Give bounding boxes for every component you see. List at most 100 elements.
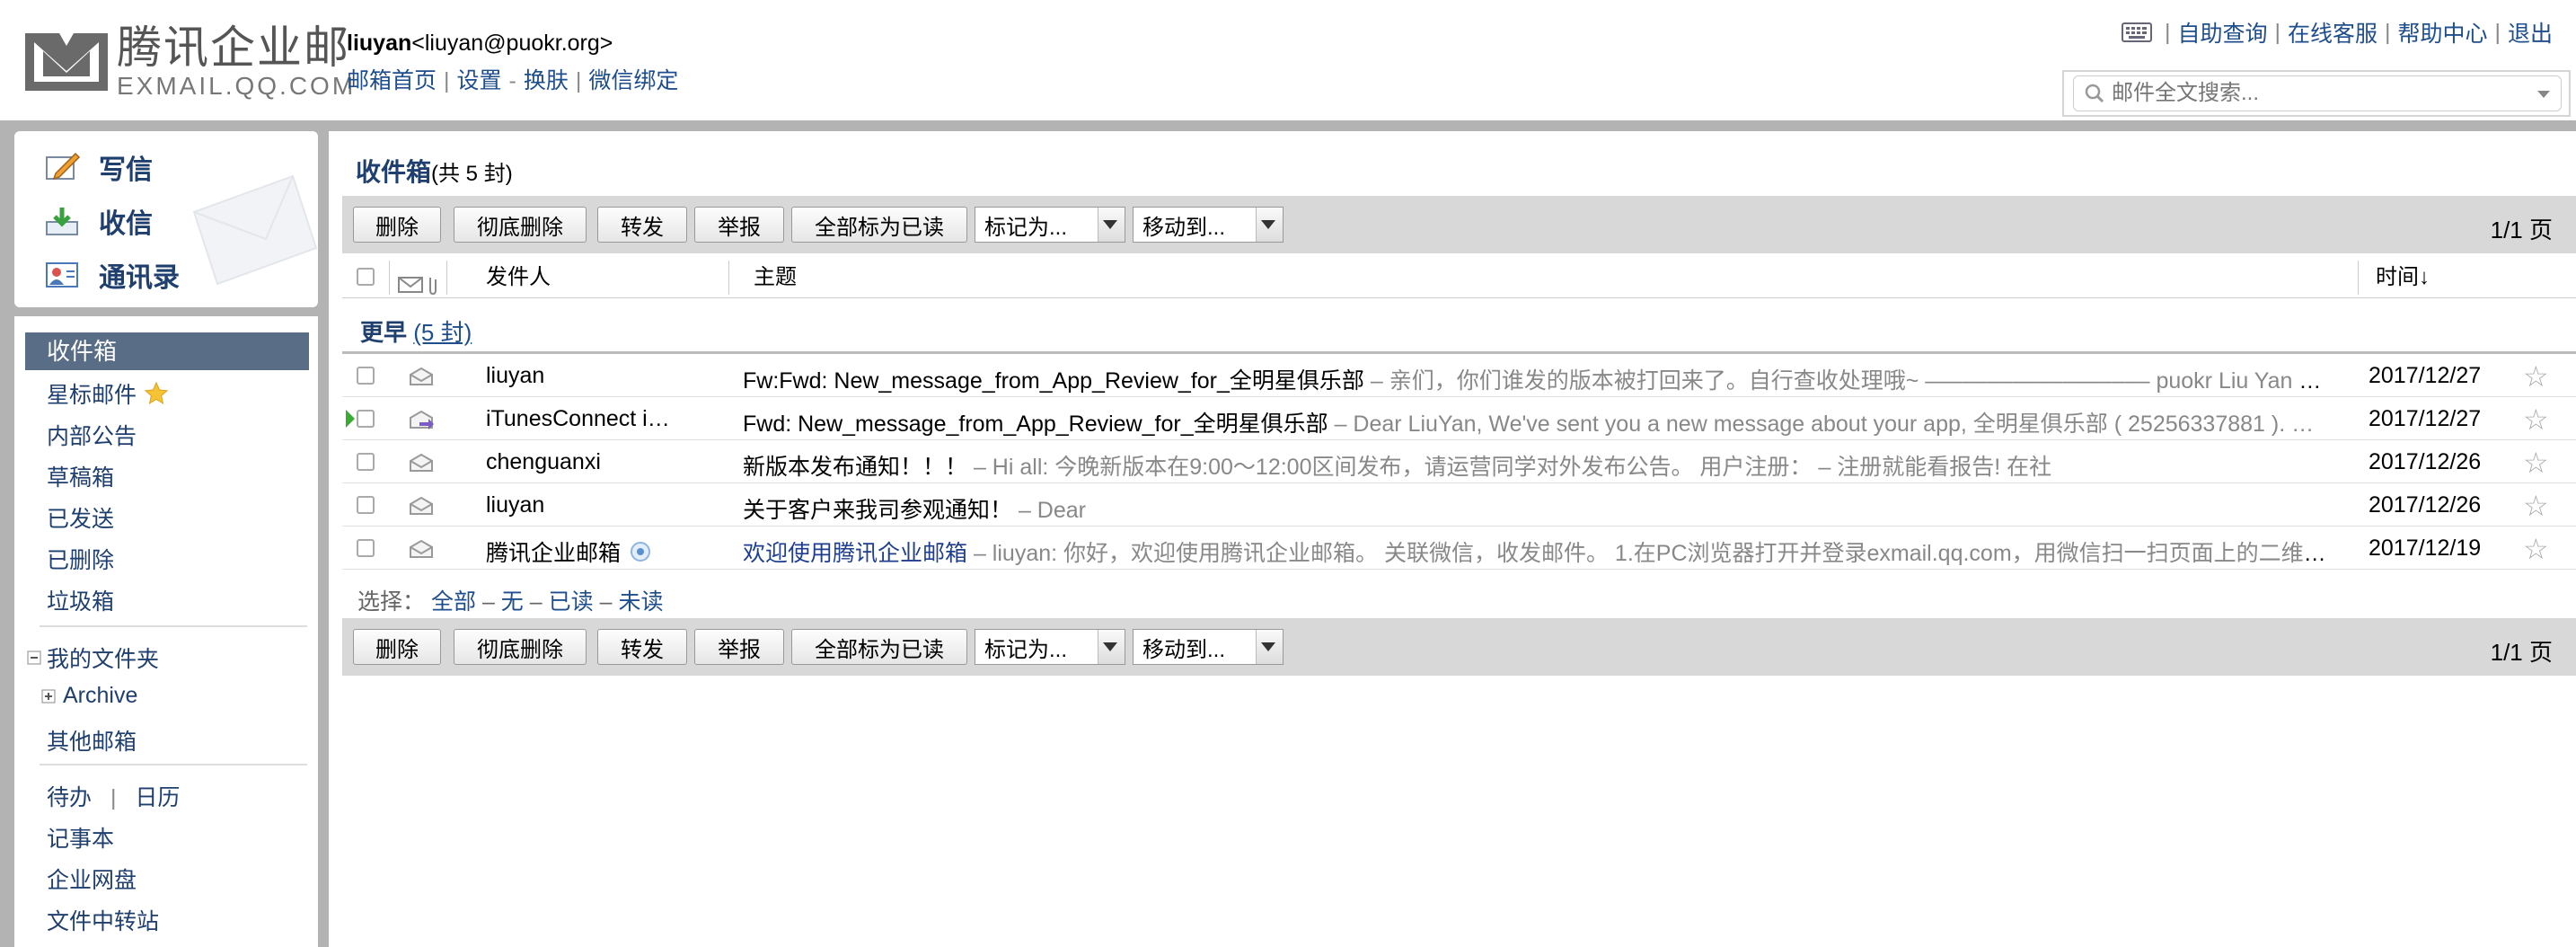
nav-skin[interactable]: 换肤 [524,68,569,93]
chevron-down-icon[interactable] [2536,89,2552,100]
expand-icon[interactable] [41,689,56,704]
separator: | [575,68,582,93]
select-unread-link[interactable]: 未读 [618,589,663,615]
link-self-service[interactable]: 自助查询 [2177,16,2267,49]
sidebar-item-archive[interactable]: Archive [41,683,137,709]
delete-forever-button[interactable]: 彻底删除 [454,207,587,243]
report-button[interactable]: 举报 [694,629,784,665]
keyboard-icon[interactable] [2121,22,2152,43]
group-count-link[interactable]: (5 封) [413,319,472,346]
separator: | [444,68,450,93]
row-subject: 欢迎使用腾讯企业邮箱 – liuyan: 你好，欢迎使用腾讯企业邮箱。 关联微信… [743,535,2327,568]
sidebar-item-transfer[interactable]: 文件中转站 [47,904,159,936]
mark-as-value: 标记为... [984,215,1068,240]
select-all-link[interactable]: 全部 [431,589,476,615]
sidebar-item-notes[interactable]: 记事本 [47,821,114,854]
delete-button[interactable]: 删除 [353,629,441,665]
separator [2358,261,2359,295]
forward-button[interactable]: 转发 [597,629,687,665]
table-row[interactable]: chenguanxi 新版本发布通知！！！ – Hi all: 今晚新版本在9:… [342,440,2576,483]
sidebar-item-starred[interactable]: 星标邮件 [47,377,169,410]
sidebar-item-netdisk[interactable]: 企业网盘 [47,863,137,895]
row-sender: chenguanxi [486,449,601,474]
row-date: 2017/12/26 [2369,449,2482,474]
row-checkbox[interactable] [357,453,375,471]
row-checkbox[interactable] [357,539,375,557]
receive-label: 收信 [99,209,153,239]
logo-text-cn: 腾讯企业邮 [117,22,350,74]
sidebar-item-calendar[interactable]: 日历 [135,785,180,810]
sidebar-item-drafts[interactable]: 草稿箱 [47,460,114,492]
nav-wechat-bind[interactable]: 微信绑定 [588,68,678,93]
column-time[interactable]: 时间↓ [2376,257,2430,298]
row-checkbox[interactable] [357,410,375,428]
table-row[interactable]: liuyan 关于客户来我司参观通知！ – Dear 2017/12/26 ☆ [342,483,2576,527]
search-box [2062,70,2571,117]
search-field[interactable] [2073,75,2562,111]
chevron-down-icon [1256,208,1283,242]
mark-all-read-button[interactable]: 全部标为已读 [791,207,967,243]
row-sender: 腾讯企业邮箱 [486,535,701,568]
column-sender[interactable]: 发件人 [486,257,551,298]
select-none-link[interactable]: 无 [501,589,524,615]
row-sender: iTunesConnect i… [486,406,670,431]
sidebar-item-junk[interactable]: 垃圾箱 [47,584,114,616]
search-input[interactable] [2112,81,2534,106]
select-read-link[interactable]: 已读 [549,589,594,615]
row-subject: Fw:Fwd: New_message_from_App_Review_for_… [743,363,2327,395]
compose-button[interactable]: 写信 [45,147,153,187]
toolbar-top: 删除 彻底删除 转发 举报 全部标为已读 标记为... 移动到... 1/1 页 [342,196,2576,253]
move-to-select[interactable]: 移动到... [1133,207,1284,243]
report-button[interactable]: 举报 [694,207,784,243]
sidebar-item-deleted[interactable]: 已删除 [47,543,114,575]
group-label: 更早 [360,319,408,346]
star-icon[interactable]: ☆ [2523,446,2549,480]
sidebar-item-todo[interactable]: 待办 [47,785,92,810]
forward-button[interactable]: 转发 [597,207,687,243]
nav-settings[interactable]: 设置 [457,68,502,93]
row-checkbox[interactable] [357,496,375,514]
mark-as-select[interactable]: 标记为... [975,207,1125,243]
table-row[interactable]: 腾讯企业邮箱 欢迎使用腾讯企业邮箱 – liuyan: 你好，欢迎使用腾讯企业邮… [342,527,2576,570]
star-icon[interactable]: ☆ [2523,359,2549,394]
mark-all-read-button[interactable]: 全部标为已读 [791,629,967,665]
sidebar-item-sent[interactable]: 已发送 [47,501,114,534]
table-row[interactable]: liuyan Fw:Fwd: New_message_from_App_Revi… [342,354,2576,397]
logo[interactable]: 腾讯企业邮 EXMAIL.QQ.COM [23,25,356,99]
nav-mailbox-home[interactable]: 邮箱首页 [347,68,437,93]
mark-as-select[interactable]: 标记为... [975,629,1125,665]
select-all-checkbox[interactable] [357,268,375,286]
sidebar-item-my-folders[interactable]: 我的文件夹 [27,642,159,674]
receive-button[interactable]: 收信 [45,201,153,241]
sidebar-item-internal[interactable]: 内部公告 [47,419,137,451]
subject-text: 新版本发布通知！！！ [743,455,968,480]
star-icon[interactable]: ☆ [2523,532,2549,566]
link-logout[interactable]: 退出 [2508,16,2553,49]
contacts-button[interactable]: 通讯录 [45,255,180,295]
sidebar-item-inbox[interactable]: 收件箱 [25,332,309,370]
row-checkbox[interactable] [357,367,375,385]
compose-label: 写信 [99,155,153,185]
sidebar-item-other-mail[interactable]: 其他邮箱 [47,724,137,757]
select-label: 选择： [357,589,426,615]
current-indicator-icon [346,410,355,428]
collapse-icon[interactable] [27,651,41,665]
row-date: 2017/12/27 [2369,406,2482,431]
table-row[interactable]: iTunesConnect i… Fwd: New_message_from_A… [342,397,2576,440]
column-subject[interactable]: 主题 [754,257,797,298]
user-info: liuyan<liuyan@puokr.org> [347,31,613,57]
delete-button[interactable]: 删除 [353,207,441,243]
move-to-select[interactable]: 移动到... [1133,629,1284,665]
header: 腾讯企业邮 EXMAIL.QQ.COM liuyan<liuyan@puokr.… [0,0,2576,126]
compose-icon [46,152,81,181]
delete-forever-button[interactable]: 彻底删除 [454,629,587,665]
star-icon[interactable]: ☆ [2523,489,2549,523]
preview-text: – Dear LiuYan, We've sent you a new mess… [1328,412,2315,437]
link-help-center[interactable]: 帮助中心 [2397,16,2487,49]
read-envelope-icon [410,453,433,472]
sidebar: 收件箱 星标邮件 内部公告 草稿箱 已发送 已删除 垃圾箱 我的文件夹 Arch… [14,316,318,947]
link-online-support[interactable]: 在线客服 [2288,16,2378,49]
move-to-value: 移动到... [1142,637,1226,662]
star-icon[interactable]: ☆ [2523,403,2549,437]
row-date: 2017/12/19 [2369,535,2482,561]
